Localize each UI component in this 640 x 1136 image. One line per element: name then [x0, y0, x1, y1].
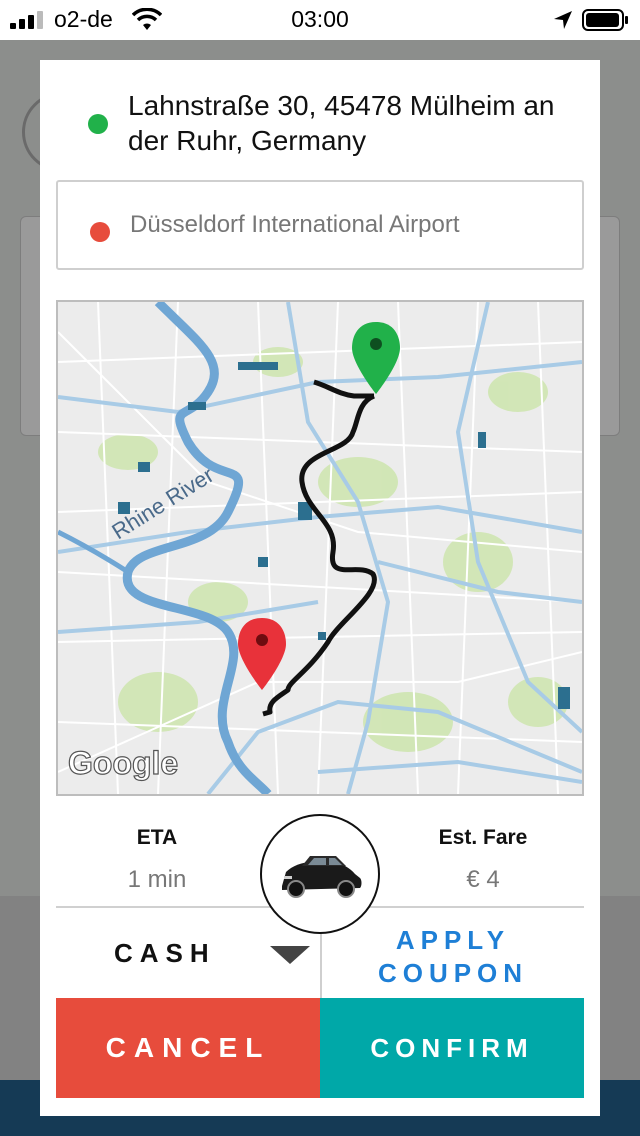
trip-summary: ETA 1 min Est. Fare € 4 — [56, 814, 584, 934]
map-attribution: Google — [68, 745, 178, 781]
eta-value: 1 min — [127, 866, 187, 893]
cancel-button[interactable]: CANCEL — [56, 998, 320, 1098]
apply-coupon-button[interactable]: APPLY COUPON — [322, 924, 584, 990]
booking-confirmation-dialog: Lahnstraße 30, 45478 Mülheim an der Ruhr… — [40, 60, 600, 1116]
payment-method-value: CASH — [114, 938, 216, 968]
car-avatar — [260, 814, 380, 934]
dropdown-caret-icon — [270, 946, 310, 964]
fare-value: € 4 — [466, 866, 500, 893]
pickup-address: Lahnstraße 30, 45478 Mülheim an der Ruhr… — [128, 90, 555, 156]
destination-dot-icon — [90, 222, 110, 242]
destination-field[interactable]: Düsseldorf International Airport — [56, 180, 584, 270]
fare-label: Est. Fare — [438, 826, 528, 849]
apply-coupon-line2: COUPON — [377, 958, 529, 988]
pickup-location[interactable]: Lahnstraße 30, 45478 Mülheim an der Ruhr… — [56, 74, 584, 168]
status-bar: o2-de 03:00 — [0, 0, 640, 40]
destination-address: Düsseldorf International Airport — [130, 211, 460, 238]
route-map[interactable]: Rhine River Google — [56, 300, 584, 796]
car-icon — [282, 856, 362, 898]
battery-icon — [582, 9, 628, 31]
eta-label: ETA — [136, 826, 178, 849]
clock: 03:00 — [291, 6, 349, 32]
map-canvas: Rhine River Google — [58, 302, 582, 794]
pickup-dot-icon — [88, 114, 108, 134]
confirm-button[interactable]: CONFIRM — [320, 998, 584, 1098]
location-arrow-icon — [554, 11, 572, 29]
